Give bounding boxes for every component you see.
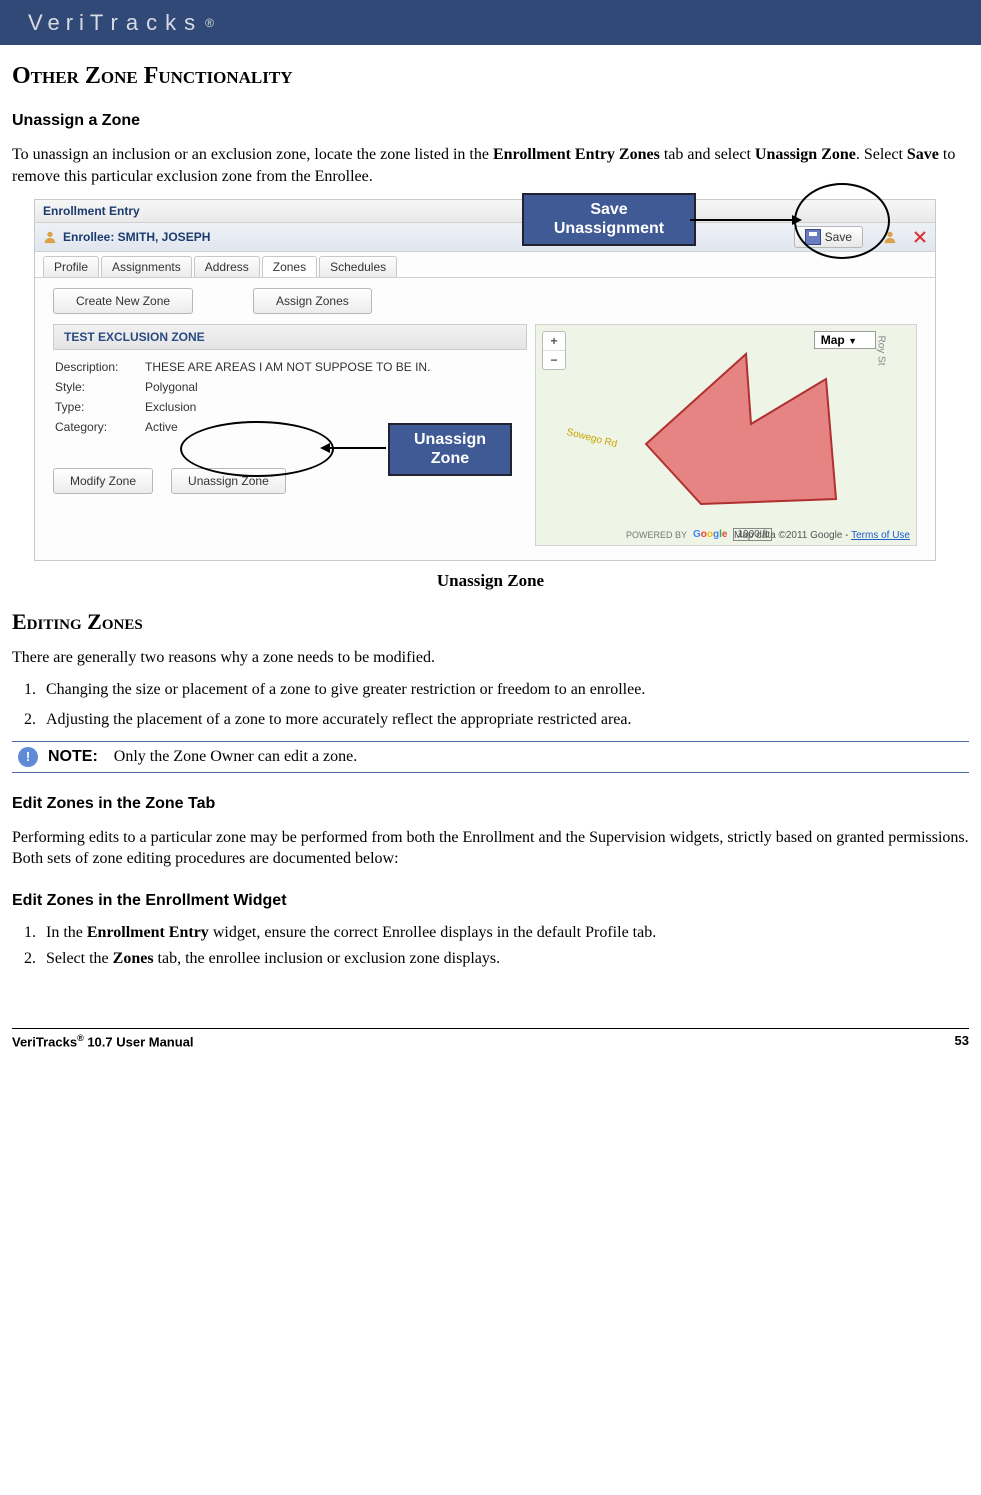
label-style: Style:: [55, 380, 137, 394]
road-label-1: Sowego Rd: [565, 427, 618, 450]
brand-veri: Veri: [28, 10, 90, 36]
heading-edit-zones-enrollment-widget: Edit Zones in the Enrollment Widget: [12, 892, 969, 910]
footer-left: VeriTracks® 10.7 User Manual: [12, 1033, 194, 1049]
list-item: Changing the size or placement of a zone…: [40, 681, 969, 699]
callout-unassign-zone: UnassignZone: [388, 423, 512, 476]
note-icon: !: [18, 747, 38, 767]
figure-caption: Unassign Zone: [12, 571, 969, 591]
heading-other-zone-functionality: Other Zone Functionality: [12, 63, 969, 90]
value-description: THESE ARE AREAS I AM NOT SUPPOSE TO BE I…: [145, 360, 430, 374]
list-item: In the Enrollment Entry widget, ensure t…: [40, 924, 969, 942]
terms-link[interactable]: Terms of Use: [851, 530, 910, 541]
list-editing-reasons: Changing the size or placement of a zone…: [40, 681, 969, 729]
arrow-to-save: [690, 219, 800, 221]
map-zoom-control[interactable]: +−: [542, 331, 566, 370]
assign-zones-button[interactable]: Assign Zones: [253, 288, 372, 314]
note-label: NOTE:: [48, 748, 98, 766]
heading-edit-zones-zone-tab: Edit Zones in the Zone Tab: [12, 795, 969, 813]
list-enrollment-steps: In the Enrollment Entry widget, ensure t…: [40, 924, 969, 968]
tab-assignments[interactable]: Assignments: [101, 256, 192, 277]
label-description: Description:: [55, 360, 137, 374]
brand-banner: VeriTracks®: [0, 0, 981, 45]
paragraph-unassign-intro: To unassign an inclusion or an exclusion…: [12, 144, 969, 187]
road-label-2: Roy St: [875, 336, 886, 366]
create-new-zone-button[interactable]: Create New Zone: [53, 288, 193, 314]
tab-bar: Profile Assignments Address Zones Schedu…: [35, 252, 935, 278]
circle-unassign-button: [180, 421, 334, 477]
note-text: Only the Zone Owner can edit a zone.: [114, 748, 357, 766]
map-panel[interactable]: +− Map ▼ Sowego Rd Roy St POWERED BY Goo…: [535, 324, 917, 546]
page-footer: VeriTracks® 10.7 User Manual 53: [12, 1028, 969, 1049]
heading-editing-zones: Editing Zones: [12, 609, 969, 635]
tab-address[interactable]: Address: [194, 256, 260, 277]
circle-save-button: [794, 183, 890, 259]
enrollee-label: Enrollee: SMITH, JOSEPH: [63, 230, 210, 244]
brand-tracks: Tracks: [90, 10, 203, 36]
tab-zones[interactable]: Zones: [262, 256, 317, 277]
heading-unassign-zone: Unassign a Zone: [12, 112, 969, 130]
value-style: Polygonal: [145, 380, 198, 394]
map-credits: Map data ©2011 Google - Terms of Use: [734, 530, 910, 541]
label-type: Type:: [55, 400, 137, 414]
list-item: Adjusting the placement of a zone to mor…: [40, 711, 969, 729]
google-logo: Google: [693, 529, 727, 540]
value-type: Exclusion: [145, 400, 196, 414]
paragraph-editing-intro: There are generally two reasons why a zo…: [12, 647, 969, 669]
callout-save-unassignment: SaveUnassignment: [522, 193, 696, 246]
page-number: 53: [955, 1033, 969, 1049]
screenshot-unassign-zone: Enrollment Entry Enrollee: SMITH, JOSEPH…: [34, 199, 934, 561]
paragraph-edit-zone-tab: Performing edits to a particular zone ma…: [12, 827, 969, 870]
zone-polygon: [636, 349, 876, 529]
label-category: Category:: [55, 420, 137, 434]
close-icon[interactable]: [913, 230, 927, 244]
zone-name-header[interactable]: TEST EXCLUSION ZONE: [53, 324, 527, 350]
note-box: ! NOTE: Only the Zone Owner can edit a z…: [12, 741, 969, 773]
tab-schedules[interactable]: Schedules: [319, 256, 397, 277]
tab-profile[interactable]: Profile: [43, 256, 99, 277]
person-icon: [43, 230, 57, 244]
modify-zone-button[interactable]: Modify Zone: [53, 468, 153, 494]
list-item: Select the Zones tab, the enrollee inclu…: [40, 950, 969, 968]
brand-reg: ®: [205, 16, 214, 30]
map-type-dropdown[interactable]: Map ▼: [814, 331, 876, 349]
value-category: Active: [145, 420, 178, 434]
